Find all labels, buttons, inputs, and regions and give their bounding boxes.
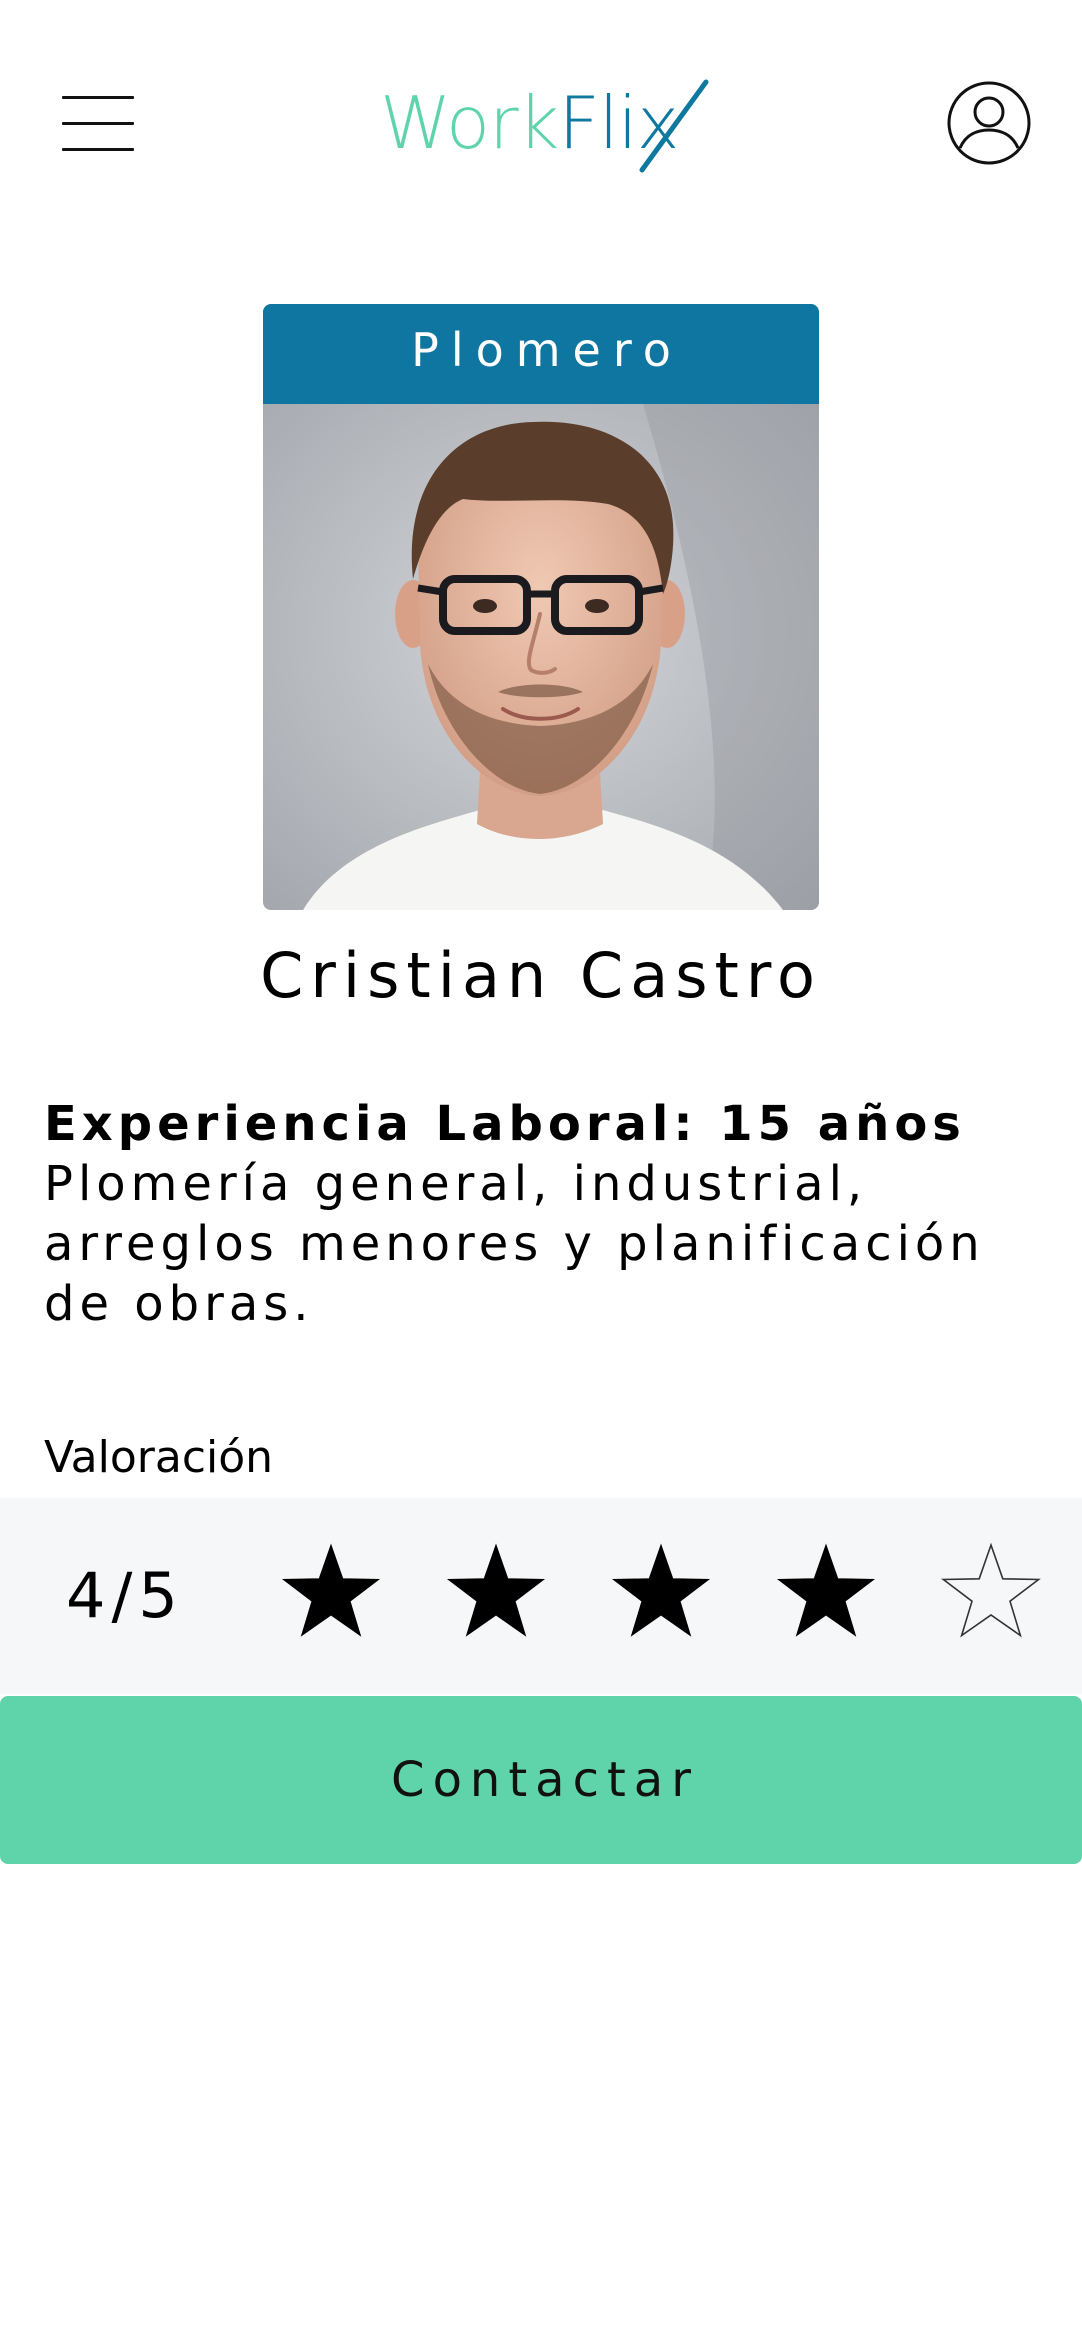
experience-description: Plomería general, industrial, arreglos m… — [44, 1156, 985, 1332]
star-filled-icon[interactable] — [276, 1538, 386, 1648]
profile-card: Plomero — [263, 304, 819, 910]
menu-button[interactable] — [62, 96, 134, 152]
profession-label: Plomero — [263, 304, 819, 404]
rating-score: 4/5 — [66, 1559, 184, 1632]
menu-bar — [62, 122, 134, 125]
star-filled-icon[interactable] — [771, 1538, 881, 1648]
star-empty-icon[interactable] — [936, 1538, 1046, 1648]
contact-button[interactable]: Contactar — [0, 1696, 1082, 1864]
user-account-button[interactable] — [946, 80, 1032, 166]
user-account-icon — [947, 81, 1031, 165]
experience-title: Experiencia Laboral: 15 años — [44, 1096, 966, 1152]
star-filled-icon[interactable] — [441, 1538, 551, 1648]
logo-work: Work — [380, 81, 559, 165]
worker-name: Cristian Castro — [260, 939, 822, 1012]
menu-bar — [62, 96, 134, 99]
menu-bar — [62, 148, 134, 151]
profile-photo — [263, 404, 819, 910]
rating-label: Valoración — [44, 1432, 274, 1483]
star-filled-icon[interactable] — [606, 1538, 716, 1648]
rating-panel: 4/5 — [0, 1498, 1082, 1694]
logo-slash-mark — [639, 79, 709, 173]
experience-section: Experiencia Laboral: 15 años Plomería ge… — [44, 1094, 1054, 1334]
